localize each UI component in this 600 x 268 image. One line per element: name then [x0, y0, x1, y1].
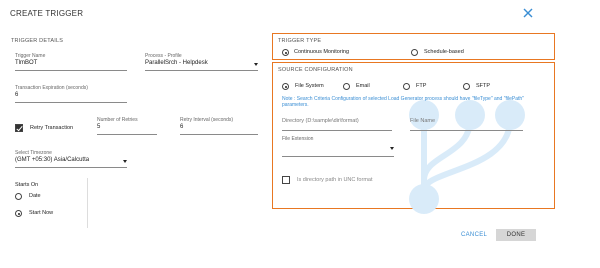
starts-on-now-radio[interactable]: [15, 210, 22, 217]
file-name-underline: [410, 130, 523, 131]
chevron-down-icon: [390, 147, 394, 150]
trigger-type-title: TRIGGER TYPE: [278, 38, 322, 44]
directory-underline: [282, 130, 392, 131]
overlay-graphic: [409, 100, 525, 214]
trigger-name-label: Trigger Name: [15, 53, 46, 59]
file-extension-underline: [282, 156, 394, 157]
chevron-down-icon: [123, 160, 127, 163]
timezone-value: (GMT +05:30) Asia/Calcutta: [15, 157, 90, 163]
unc-label: Is directory path in UNC format: [297, 177, 373, 183]
cancel-button[interactable]: CANCEL: [461, 232, 487, 238]
source-configuration-title: SOURCE CONFIGURATION: [278, 67, 353, 73]
retry-interval-input[interactable]: 6: [180, 124, 183, 130]
process-profile-value: ParallelSrch - Helpdesk: [145, 60, 208, 66]
continuous-monitoring-radio[interactable]: [282, 49, 289, 56]
chevron-down-icon: [254, 63, 258, 66]
retry-interval-underline: [180, 134, 258, 135]
starts-on-date-radio[interactable]: [15, 193, 22, 200]
source-config-note: Note : Search Criteria Configuration of …: [282, 96, 524, 108]
schedule-based-label: Schedule-based: [424, 49, 464, 55]
trigger-details-title: TRIGGER DETAILS: [11, 38, 64, 44]
sftp-radio[interactable]: [463, 83, 470, 90]
source-sftp-option[interactable]: SFTP: [463, 82, 503, 91]
overlay-circle: [409, 184, 439, 214]
number-of-retries-input[interactable]: 5: [97, 124, 100, 130]
file-system-radio[interactable]: [282, 83, 289, 90]
retry-transaction-checkbox[interactable]: [15, 124, 23, 132]
source-ftp-option[interactable]: FTP: [403, 82, 443, 91]
starts-on-date-label: Date: [29, 193, 41, 199]
done-button[interactable]: DONE: [496, 229, 536, 241]
number-of-retries-underline: [97, 134, 157, 135]
sftp-label: SFTP: [476, 83, 491, 89]
timezone-select[interactable]: (GMT +05:30) Asia/Calcutta: [15, 155, 127, 167]
trigger-type-continuous-option[interactable]: Continuous Monitoring: [282, 48, 392, 57]
email-radio[interactable]: [343, 83, 350, 90]
transaction-expiration-label: Transaction Expiration (seconds): [15, 85, 88, 91]
number-of-retries-label: Number of Retries: [97, 117, 138, 123]
ftp-label: FTP: [416, 83, 427, 89]
trigger-name-input[interactable]: TlmBOT: [15, 60, 37, 66]
schedule-based-radio[interactable]: [411, 49, 418, 56]
ftp-radio[interactable]: [403, 83, 410, 90]
trigger-type-schedule-option[interactable]: Schedule-based: [411, 48, 491, 57]
source-file-system-option[interactable]: File System: [282, 82, 342, 91]
starts-on-now-option[interactable]: Start Now: [15, 209, 75, 218]
unc-checkbox[interactable]: [282, 176, 290, 184]
starts-on-now-label: Start Now: [29, 210, 54, 216]
file-system-label: File System: [295, 83, 324, 89]
starts-on-date-option[interactable]: Date: [15, 192, 65, 201]
file-name-input[interactable]: File Name: [410, 118, 435, 124]
starts-on-divider: [87, 178, 88, 228]
email-label: Email: [356, 83, 370, 89]
starts-on-label: Starts On: [15, 182, 39, 188]
trigger-name-underline: [15, 70, 127, 71]
continuous-monitoring-label: Continuous Monitoring: [294, 49, 350, 55]
close-icon[interactable]: [521, 6, 535, 20]
timezone-underline: [15, 167, 127, 168]
process-profile-select[interactable]: ParallelSrch - Helpdesk: [145, 58, 258, 70]
source-email-option[interactable]: Email: [343, 82, 383, 91]
process-profile-underline: [145, 70, 258, 71]
transaction-expiration-underline: [15, 102, 127, 103]
transaction-expiration-input[interactable]: 6: [15, 92, 18, 98]
retry-transaction-label: Retry Transaction: [30, 125, 74, 131]
directory-input[interactable]: Directory (D:\sample\dir\format): [282, 118, 359, 124]
retry-interval-label: Retry Interval (seconds): [180, 117, 234, 123]
dialog-title: CREATE TRIGGER: [10, 9, 84, 18]
file-extension-select[interactable]: [282, 142, 394, 156]
